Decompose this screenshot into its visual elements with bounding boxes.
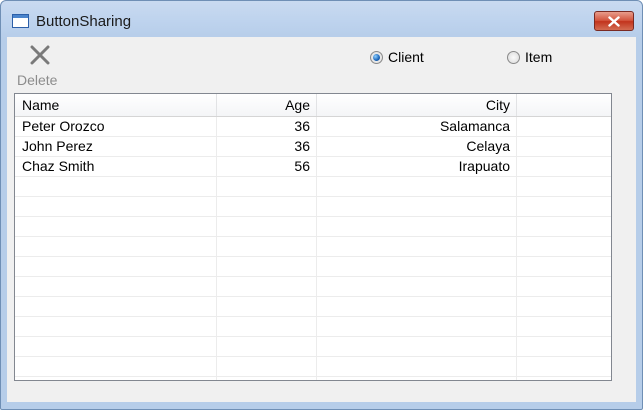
empty-cell: [517, 317, 611, 336]
empty-cell: [15, 317, 217, 336]
column-header-filler: [517, 94, 611, 116]
empty-cell: [217, 257, 317, 276]
empty-row: [15, 237, 611, 257]
empty-cell: [15, 337, 217, 356]
cell-city[interactable]: Irapuato: [317, 157, 517, 176]
empty-cell: [217, 317, 317, 336]
cell-filler: [517, 157, 611, 176]
window-icon: [12, 14, 29, 28]
radio-checked-icon[interactable]: [370, 50, 383, 64]
delete-button[interactable]: Delete: [15, 41, 65, 88]
empty-cell: [517, 257, 611, 276]
empty-cell: [217, 177, 317, 196]
empty-row: [15, 197, 611, 217]
column-header-name[interactable]: Name: [15, 94, 217, 116]
empty-cell: [217, 237, 317, 256]
empty-cell: [517, 337, 611, 356]
empty-row: [15, 357, 611, 377]
empty-row: [15, 377, 611, 380]
radio-client-label: Client: [388, 49, 424, 65]
empty-cell: [517, 357, 611, 376]
empty-cell: [317, 217, 517, 236]
data-grid[interactable]: Name Age City Peter Orozco 36 Salamanca …: [14, 93, 612, 381]
empty-cell: [517, 177, 611, 196]
empty-cell: [15, 177, 217, 196]
delete-label: Delete: [17, 72, 58, 88]
cell-filler: [517, 137, 611, 156]
empty-cell: [15, 357, 217, 376]
empty-cell: [15, 257, 217, 276]
empty-cell: [317, 317, 517, 336]
empty-cell: [15, 237, 217, 256]
cell-name[interactable]: John Perez: [15, 137, 217, 156]
empty-cell: [517, 217, 611, 236]
empty-cell: [517, 197, 611, 216]
cell-age[interactable]: 36: [217, 137, 317, 156]
cell-name[interactable]: Peter Orozco: [15, 117, 217, 136]
empty-cell: [15, 297, 217, 316]
table-row[interactable]: Peter Orozco 36 Salamanca: [15, 117, 611, 137]
cell-city[interactable]: Celaya: [317, 137, 517, 156]
cell-age[interactable]: 56: [217, 157, 317, 176]
empty-cell: [317, 257, 517, 276]
cell-city[interactable]: Salamanca: [317, 117, 517, 136]
empty-cell: [15, 197, 217, 216]
empty-cell: [15, 277, 217, 296]
radio-item-label: Item: [525, 49, 553, 65]
close-icon: [608, 15, 620, 27]
table-row[interactable]: Chaz Smith 56 Irapuato: [15, 157, 611, 177]
empty-cell: [317, 337, 517, 356]
client-area: Delete Client Item Name Age City Peter O…: [7, 37, 636, 402]
empty-cell: [317, 177, 517, 196]
empty-cell: [217, 357, 317, 376]
empty-cell: [217, 277, 317, 296]
empty-row: [15, 297, 611, 317]
empty-cell: [217, 217, 317, 236]
empty-cell: [217, 197, 317, 216]
empty-cell: [15, 377, 217, 380]
app-window: ButtonSharing Delete Client Item Name Ag…: [0, 0, 643, 410]
radio-client[interactable]: Client: [370, 49, 424, 65]
empty-row: [15, 177, 611, 197]
empty-row: [15, 217, 611, 237]
empty-cell: [317, 377, 517, 380]
empty-cell: [217, 297, 317, 316]
empty-cell: [317, 197, 517, 216]
empty-row: [15, 337, 611, 357]
empty-row: [15, 317, 611, 337]
empty-cell: [517, 277, 611, 296]
radio-unchecked-icon[interactable]: [507, 50, 520, 64]
table-row[interactable]: John Perez 36 Celaya: [15, 137, 611, 157]
empty-cell: [517, 297, 611, 316]
close-button[interactable]: [594, 11, 634, 31]
empty-row: [15, 257, 611, 277]
empty-row: [15, 277, 611, 297]
empty-cell: [15, 217, 217, 236]
empty-cell: [517, 237, 611, 256]
cell-age[interactable]: 36: [217, 117, 317, 136]
window-title: ButtonSharing: [36, 13, 132, 30]
empty-cell: [517, 377, 611, 380]
cell-filler: [517, 117, 611, 136]
empty-cell: [217, 337, 317, 356]
grid-header: Name Age City: [15, 94, 611, 117]
column-header-age[interactable]: Age: [217, 94, 317, 116]
column-header-city[interactable]: City: [317, 94, 517, 116]
toolbar: Delete Client Item: [7, 37, 636, 89]
title-bar[interactable]: ButtonSharing: [1, 1, 642, 37]
radio-item[interactable]: Item: [507, 49, 552, 65]
cell-name[interactable]: Chaz Smith: [15, 157, 217, 176]
empty-cell: [317, 297, 517, 316]
empty-cell: [317, 237, 517, 256]
grid-rows: Peter Orozco 36 Salamanca John Perez 36 …: [15, 117, 611, 380]
empty-cell: [317, 357, 517, 376]
empty-cell: [217, 377, 317, 380]
empty-cell: [317, 277, 517, 296]
delete-icon: [30, 45, 50, 65]
